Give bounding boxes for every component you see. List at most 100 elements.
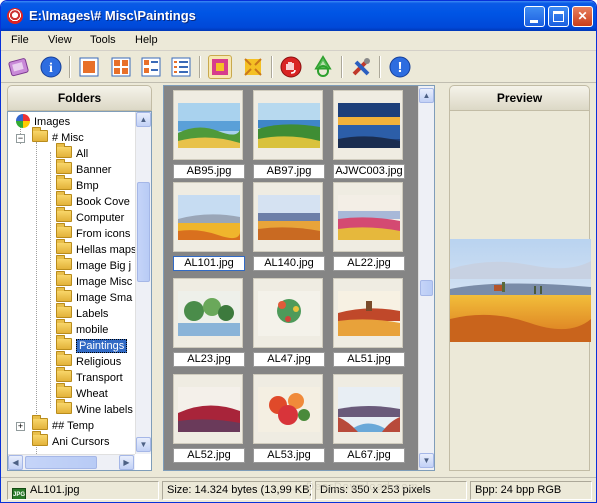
thumbnail-size-icon [212, 59, 228, 75]
scroll-down-icon[interactable]: ▼ [419, 453, 434, 468]
folder-icon [56, 207, 72, 222]
status-size: Size: 14.324 bytes (13,99 KB) [162, 481, 312, 500]
painting-thumbnail [258, 387, 320, 432]
tree-item-paintings[interactable]: Paintings [56, 335, 128, 354]
scroll-up-icon[interactable]: ▲ [136, 112, 151, 127]
scroll-thumb[interactable] [420, 280, 433, 296]
painting-thumbnail [258, 103, 320, 148]
tree-item-ani-cursors[interactable]: Ani Cursors [32, 431, 109, 450]
painting-thumbnail [338, 103, 400, 148]
tree-item-temp[interactable]: ## Temp [32, 415, 94, 434]
watermark: DearDownload.com [306, 481, 419, 493]
open-folder-icon [56, 335, 72, 350]
computer-icon [16, 114, 30, 128]
details-view-icon [141, 57, 161, 77]
scroll-thumb[interactable] [25, 456, 97, 469]
minimize-button[interactable] [524, 6, 545, 27]
tree-item-book-covers[interactable]: Book Cove [56, 191, 130, 210]
painting-thumbnail [338, 291, 400, 336]
painting-thumbnail [258, 291, 320, 336]
folder-icon [32, 127, 48, 142]
scroll-right-icon[interactable]: ▶ [119, 455, 134, 470]
thumbnail-item[interactable]: AL52.jpg [173, 374, 251, 466]
single-view-button[interactable] [77, 55, 101, 79]
tree-item-image-small[interactable]: Image Sma [56, 287, 132, 306]
folder-icon [56, 271, 72, 286]
scroll-left-icon[interactable]: ◀ [8, 455, 23, 470]
folder-tree-hscroll[interactable]: ◀ ▶ [8, 454, 135, 470]
thumbnail-item[interactable]: AL51.jpg [333, 278, 411, 370]
thumbnail-item[interactable]: AL140.jpg [253, 182, 331, 274]
thumbnail-item[interactable]: AB97.jpg [253, 90, 331, 182]
preview-area [449, 111, 591, 471]
painting-thumbnail [338, 387, 400, 432]
window-title: E:\Images\# Misc\Paintings [29, 8, 196, 23]
folder-tree-vscroll[interactable]: ▲ ▼ [135, 112, 151, 454]
tree-item-image-big[interactable]: Image Big j [56, 255, 131, 274]
menu-view[interactable]: View [48, 34, 72, 46]
tools-icon [352, 58, 370, 76]
svg-text:i: i [49, 61, 53, 76]
thumbnail-item[interactable]: AL22.jpg [333, 182, 411, 274]
fit-button[interactable] [241, 55, 265, 79]
thumbnail-vscroll[interactable]: ▲ ▼ [418, 86, 434, 470]
tree-item-from-icons[interactable]: From icons [56, 223, 130, 242]
toolbar: i ! [1, 51, 596, 83]
folder-icon [56, 287, 72, 302]
thumbnail-item[interactable]: AJWC003.jpg [333, 90, 411, 182]
thumbnail-item[interactable]: AL53.jpg [253, 374, 331, 466]
grid-view-icon [111, 57, 131, 77]
stop-icon [280, 56, 302, 78]
folder-icon [56, 143, 72, 158]
stop-button[interactable] [279, 55, 303, 79]
tree-item-image-misc[interactable]: Image Misc [56, 271, 132, 290]
tree-item-religious[interactable]: Religious [56, 351, 121, 370]
scroll-thumb[interactable] [137, 182, 150, 282]
app-icon[interactable] [7, 8, 23, 24]
folder-icon [56, 303, 72, 318]
expand-toggle[interactable]: + [16, 422, 25, 431]
thumbnail-item[interactable]: AL67.jpg [333, 374, 411, 466]
close-button[interactable]: ✕ [572, 6, 593, 27]
single-view-icon [79, 57, 99, 77]
menu-file[interactable]: File [11, 34, 29, 46]
thumbnail-item[interactable]: AB95.jpg [173, 90, 251, 182]
refresh-button[interactable] [311, 55, 335, 79]
thumbnail-item[interactable]: AL47.jpg [253, 278, 331, 370]
details-view-button[interactable] [139, 55, 163, 79]
title-bar[interactable]: E:\Images\# Misc\Paintings ✕ [1, 1, 596, 31]
tree-item-images[interactable]: Images [16, 114, 70, 130]
open-folder-icon [8, 58, 29, 77]
about-button[interactable]: ! [388, 55, 412, 79]
tree-item-computer[interactable]: Computer [56, 207, 124, 226]
tools-button[interactable] [349, 55, 373, 79]
open-folder-button[interactable] [7, 55, 31, 79]
painting-thumbnail [258, 195, 320, 240]
collapse-toggle[interactable]: − [16, 134, 25, 143]
folder-icon [32, 415, 48, 430]
scroll-down-icon[interactable]: ▼ [136, 437, 151, 452]
folder-icon [56, 239, 72, 254]
fit-icon [244, 58, 262, 76]
tree-item-hellas-maps[interactable]: Hellas maps [56, 239, 137, 258]
list-view-icon [171, 57, 191, 77]
tree-item-transport[interactable]: Transport [56, 367, 123, 386]
folder-icon [56, 399, 72, 414]
scroll-up-icon[interactable]: ▲ [419, 88, 434, 103]
close-icon: ✕ [577, 9, 588, 23]
folder-icon [56, 159, 72, 174]
painting-thumbnail [178, 291, 240, 336]
folder-icon [56, 351, 72, 366]
grid-view-button[interactable] [109, 55, 133, 79]
thumbnail-item[interactable]: AL23.jpg [173, 278, 251, 370]
list-view-button[interactable] [169, 55, 193, 79]
menu-tools[interactable]: Tools [90, 34, 116, 46]
info-button[interactable]: i [39, 55, 63, 79]
thumbnail-size-button[interactable] [208, 55, 232, 79]
thumbnail-grid: AB95.jpg AB97.jpg AJWC003.jpg AL101.jpg … [163, 85, 435, 471]
thumbnail-item[interactable]: AL101.jpg [173, 182, 251, 274]
menu-help[interactable]: Help [135, 34, 158, 46]
minimize-icon [530, 20, 538, 23]
tree-item-wine-labels[interactable]: Wine labels [56, 399, 133, 418]
maximize-button[interactable] [548, 6, 569, 27]
